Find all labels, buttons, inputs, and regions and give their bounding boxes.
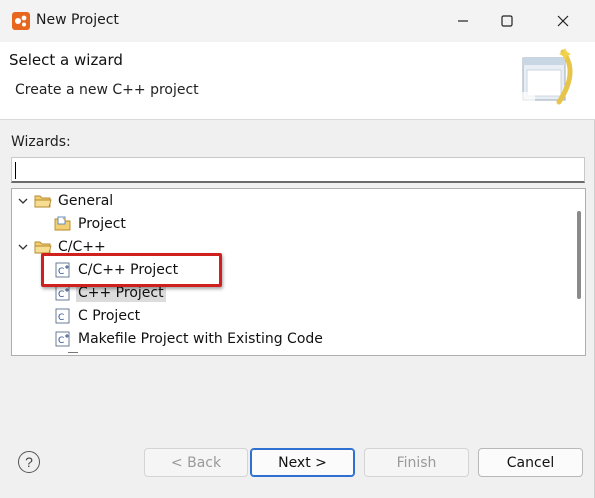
cancel-button[interactable]: Cancel <box>478 448 583 477</box>
wizard-banner: Select a wizard Create a new C++ project <box>0 42 595 120</box>
scrollbar-thumb[interactable] <box>577 211 581 299</box>
tree-scrollbar[interactable] <box>570 189 585 355</box>
highlight-box <box>41 253 222 287</box>
makefile-icon: C <box>55 331 70 347</box>
chevron-down-icon[interactable] <box>16 194 30 208</box>
folder-icon <box>34 195 52 208</box>
project-icon <box>54 216 71 231</box>
svg-text:C: C <box>58 313 64 323</box>
chevron-down-icon[interactable] <box>16 240 30 254</box>
wizards-label: Wizards: <box>11 134 71 150</box>
maximize-icon <box>501 15 513 27</box>
window-title: New Project <box>36 12 119 28</box>
c-file-icon: C <box>55 308 70 324</box>
finish-button[interactable]: Finish <box>364 448 469 477</box>
minimize-button[interactable] <box>441 0 485 42</box>
tree-item-partial <box>68 352 78 355</box>
maximize-button[interactable] <box>485 0 529 42</box>
banner-subtitle: Create a new C++ project <box>15 82 199 98</box>
tree-item-general[interactable]: General <box>16 190 115 212</box>
title-bar[interactable]: New Project <box>0 0 595 42</box>
banner-title: Select a wizard <box>9 51 123 69</box>
new-project-dialog: New Project Select a wizard Create a new… <box>0 0 595 498</box>
tree-item-project[interactable]: Project <box>54 213 128 235</box>
tree-item-c-project[interactable]: C C Project <box>54 305 142 327</box>
wizard-banner-icon <box>519 48 577 108</box>
help-button[interactable]: ? <box>18 451 40 473</box>
tree-item-label: Project <box>78 216 126 232</box>
close-icon <box>557 15 569 27</box>
tree-item-label: General <box>58 193 114 209</box>
close-button[interactable] <box>541 0 585 42</box>
minimize-icon <box>458 20 468 22</box>
next-button[interactable]: Next > <box>250 448 355 477</box>
back-button[interactable]: < Back <box>144 448 248 477</box>
cpp-file-icon: C <box>55 285 70 301</box>
wizard-filter-input[interactable] <box>11 157 585 183</box>
svg-text:C: C <box>58 290 64 300</box>
tree-item-makefile-project[interactable]: C Makefile Project with Existing Code <box>54 328 325 350</box>
tree-item-label: Makefile Project with Existing Code <box>78 331 323 347</box>
text-caret <box>15 162 16 179</box>
eclipse-app-icon <box>12 12 30 30</box>
tree-item-label: C Project <box>78 308 141 324</box>
svg-text:C: C <box>58 336 64 346</box>
